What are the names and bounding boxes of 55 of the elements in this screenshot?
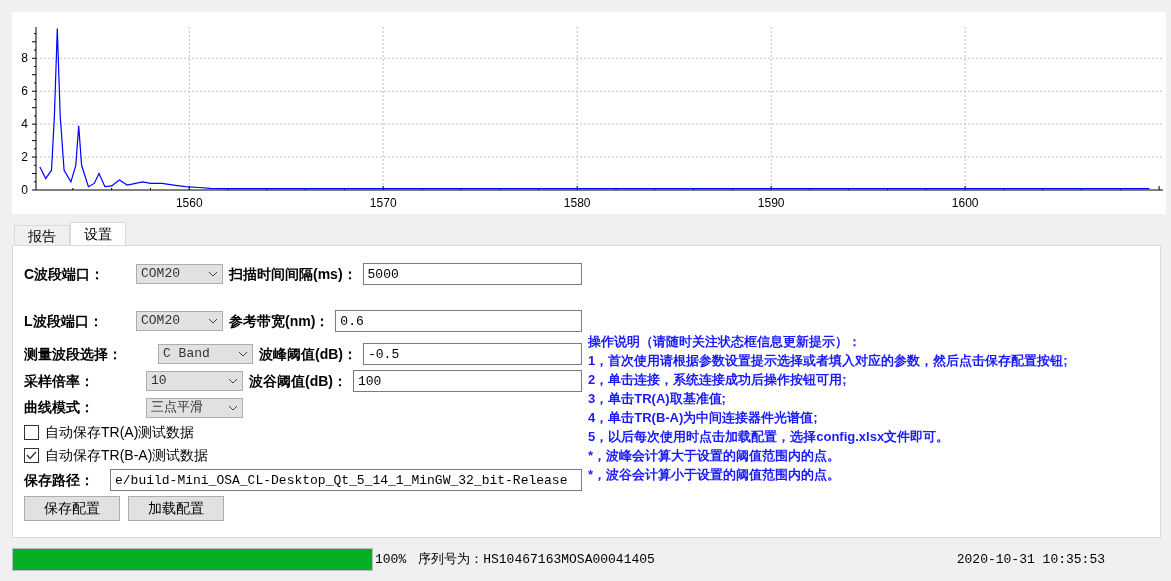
tab[interactable]: 报告 [14, 225, 70, 245]
instruction-text: 操作说明（请随时关注状态框信息更新提示）： [588, 333, 862, 351]
instruction-text: 4，单击TR(B-A)为中间连接器件光谱值; [588, 409, 819, 427]
instruction-text: 3，单击TR(A)取基准值; [588, 390, 727, 408]
input-field[interactable]: 0.6 [335, 310, 582, 332]
tick-label: 1570 [369, 196, 397, 210]
chevron-down-icon [228, 378, 238, 384]
instruction-text: 5，以后每次使用时点击加载配置，选择config.xlsx文件即可。 [588, 428, 951, 446]
chevron-down-icon [238, 351, 248, 357]
instruction-text: 1，首次使用请根据参数设置提示选择或者填入对应的参数，然后点击保存配置按钮; [588, 352, 1068, 370]
checkbox-box[interactable] [24, 447, 39, 463]
chevron-down-icon [208, 318, 218, 324]
checkbox[interactable]: 自动保存TR(B-A)测试数据 [24, 446, 582, 464]
tick-label: 0 [21, 183, 28, 197]
config-button[interactable]: 保存配置 [24, 496, 120, 521]
field-label: C波段端口： [24, 264, 106, 284]
instruction-text: 2，单击连接，系统连接成功后操作按钮可用; [588, 371, 848, 389]
instruction-text: *，波谷会计算小于设置的阈值范围内的点。 [588, 466, 842, 484]
tick-label: 8 [21, 51, 28, 66]
chevron-down-icon [228, 404, 238, 411]
input-field[interactable]: e/build-Mini_OSA_CL-Desktop_Qt_5_14_1_MinGW_32_bit-Release [110, 469, 582, 491]
combo-box[interactable]: COM20 [136, 311, 223, 331]
check-icon [26, 450, 37, 460]
config-button[interactable]: 加载配置 [128, 496, 224, 521]
serial-number: 序列号为：HS10467163MOSA00041405 [418, 550, 655, 569]
field-label: 测量波段选择： [24, 344, 123, 364]
field-label: 波峰阈值(dB)： [259, 344, 357, 364]
field-label: 参考带宽(nm)： [229, 311, 330, 331]
field-label: 扫描时间间隔(ms)： [229, 264, 357, 284]
field-label: 波谷阈值(dB)： [249, 371, 347, 391]
combo-box[interactable]: 10 [146, 371, 243, 391]
combo-box[interactable]: COM20 [136, 264, 223, 284]
combo-box[interactable]: 三点平滑 [146, 397, 243, 418]
input-field[interactable]: 100 [353, 370, 582, 392]
combo-box[interactable]: C Band [158, 344, 253, 364]
tab[interactable]: 设置 [70, 222, 126, 245]
tick-label: 6 [21, 84, 28, 99]
input-field[interactable]: 5000 [362, 263, 582, 285]
tick-label: 4 [21, 117, 28, 132]
field-label: L波段端口： [24, 311, 104, 331]
checkbox-box[interactable] [24, 424, 39, 440]
tick-label: 1560 [175, 196, 203, 210]
field-label: 曲线模式： [24, 398, 95, 417]
input-field[interactable]: -0.5 [363, 343, 582, 365]
date-time: 2020-10-31 10:35:53 [956, 550, 1105, 569]
tick-label: 2 [21, 150, 28, 165]
checkbox[interactable]: 自动保存TR(A)测试数据 [24, 423, 582, 441]
tick-label: 1580 [563, 196, 591, 210]
progress-percent: 100% [375, 550, 407, 569]
instruction-text: *，波峰会计算大于设置的阈值范围内的点。 [588, 447, 842, 465]
chevron-down-icon [208, 271, 218, 277]
tick-label: 1600 [951, 196, 979, 210]
field-label: 采样倍率： [24, 371, 95, 391]
field-label: 保存路径： [24, 470, 95, 490]
tick-label: 1590 [757, 196, 785, 210]
